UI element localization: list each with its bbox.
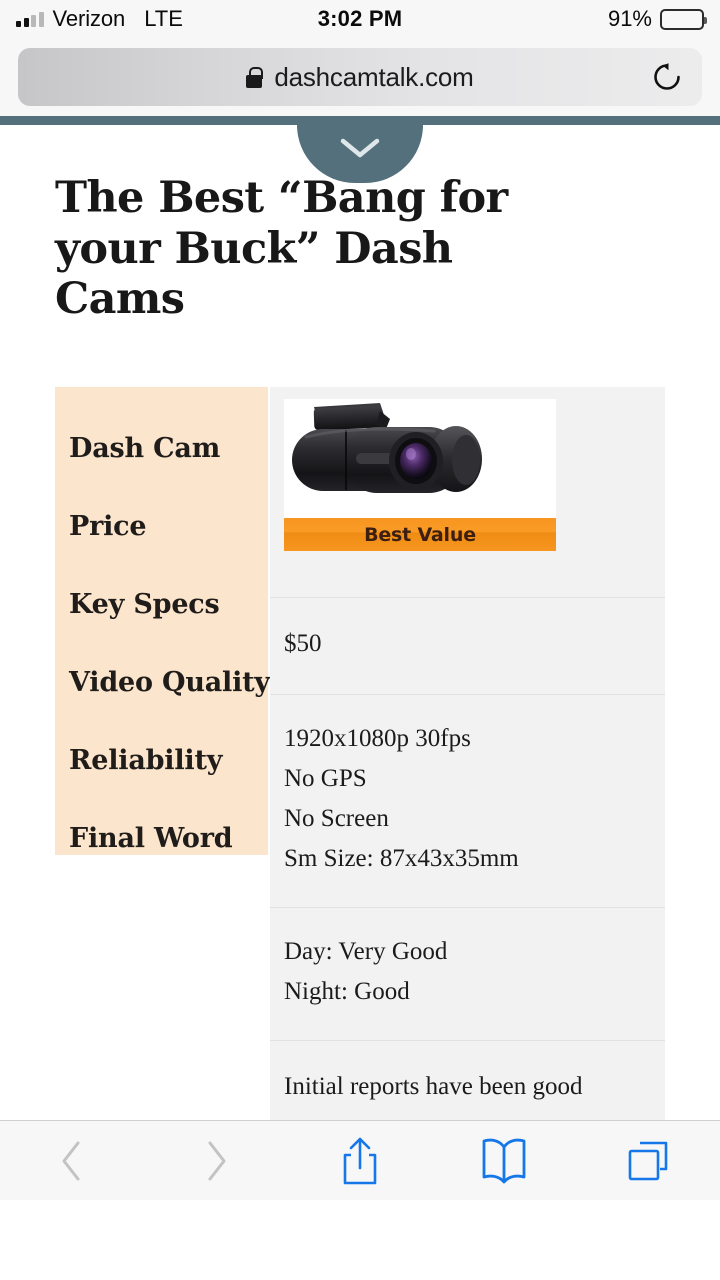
url-text: dashcamtalk.com: [274, 61, 474, 92]
table-row-label-video-quality: Video Quality: [69, 666, 270, 698]
table-cell-key-specs: 1920x1080p 30fps No GPS No Screen Sm Siz…: [270, 695, 665, 909]
comparison-table: Dash Cam Price Key Specs Video Quality R…: [55, 387, 665, 1200]
best-value-badge: Best Value: [284, 518, 556, 552]
table-cell-video-quality: Day: Very Good Night: Good: [270, 908, 665, 1042]
bookmarks-button[interactable]: [432, 1121, 576, 1200]
spec-gps: No GPS: [284, 765, 367, 793]
price-value: $50: [284, 630, 322, 658]
web-page-content: The Best “Bang for your Buck” Dash Cams …: [0, 116, 720, 1200]
tabs-button[interactable]: [576, 1121, 720, 1200]
browser-address-bar-container: dashcamtalk.com: [0, 38, 720, 116]
table-cell-product-image: Best Value: [270, 387, 665, 599]
tabs-icon: [628, 1141, 668, 1180]
share-button[interactable]: [288, 1121, 432, 1200]
spec-screen: No Screen: [284, 805, 389, 833]
address-bar-content: dashcamtalk.com: [246, 61, 474, 93]
table-row-label-key-specs: Key Specs: [69, 588, 220, 620]
browser-toolbar: [0, 1120, 720, 1200]
table-value-column[interactable]: Best Value $50 1920x1080p 30fps No GPS N…: [270, 387, 665, 1200]
spec-size: Sm Size: 87x43x35mm: [284, 845, 519, 873]
table-row-label-price: Price: [69, 510, 147, 542]
quality-day: Day: Very Good: [284, 938, 448, 966]
status-bar-right: 91%: [607, 6, 707, 32]
site-nav-strip: [0, 116, 720, 125]
reload-icon[interactable]: [650, 60, 684, 94]
table-row-label-dash-cam: Dash Cam: [69, 432, 221, 464]
quality-night: Night: Good: [284, 978, 410, 1006]
spec-resolution: 1920x1080p 30fps: [284, 725, 471, 753]
chevron-right-icon: [208, 1141, 226, 1180]
table-row-label-final-word: Final Word: [69, 822, 233, 854]
table-row-label-reliability: Reliability: [69, 744, 223, 776]
chevron-down-icon: [340, 138, 380, 158]
article-body: The Best “Bang for your Buck” Dash Cams …: [0, 173, 720, 1200]
status-bar: Verizon LTE 3:02 PM 91%: [0, 0, 720, 38]
dash-cam-illustration: [292, 403, 482, 494]
table-label-column: Dash Cam Price Key Specs Video Quality R…: [55, 387, 270, 856]
book-icon: [482, 1138, 526, 1183]
chevron-left-icon: [62, 1141, 80, 1180]
dash-cam-product-photo: Best Value: [284, 399, 556, 552]
back-button[interactable]: [0, 1121, 144, 1200]
page-title: The Best “Bang for your Buck” Dash Cams: [55, 173, 508, 325]
battery-percent-label: 91%: [607, 6, 652, 31]
share-icon: [343, 1137, 377, 1184]
best-value-badge-label: Best Value: [364, 523, 476, 546]
forward-button[interactable]: [144, 1121, 288, 1200]
reliability-value: Initial reports have been good: [284, 1073, 583, 1101]
lock-icon: [246, 66, 264, 88]
table-cell-price: $50: [270, 598, 665, 696]
address-bar[interactable]: dashcamtalk.com: [18, 48, 702, 106]
battery-icon: [660, 8, 707, 30]
